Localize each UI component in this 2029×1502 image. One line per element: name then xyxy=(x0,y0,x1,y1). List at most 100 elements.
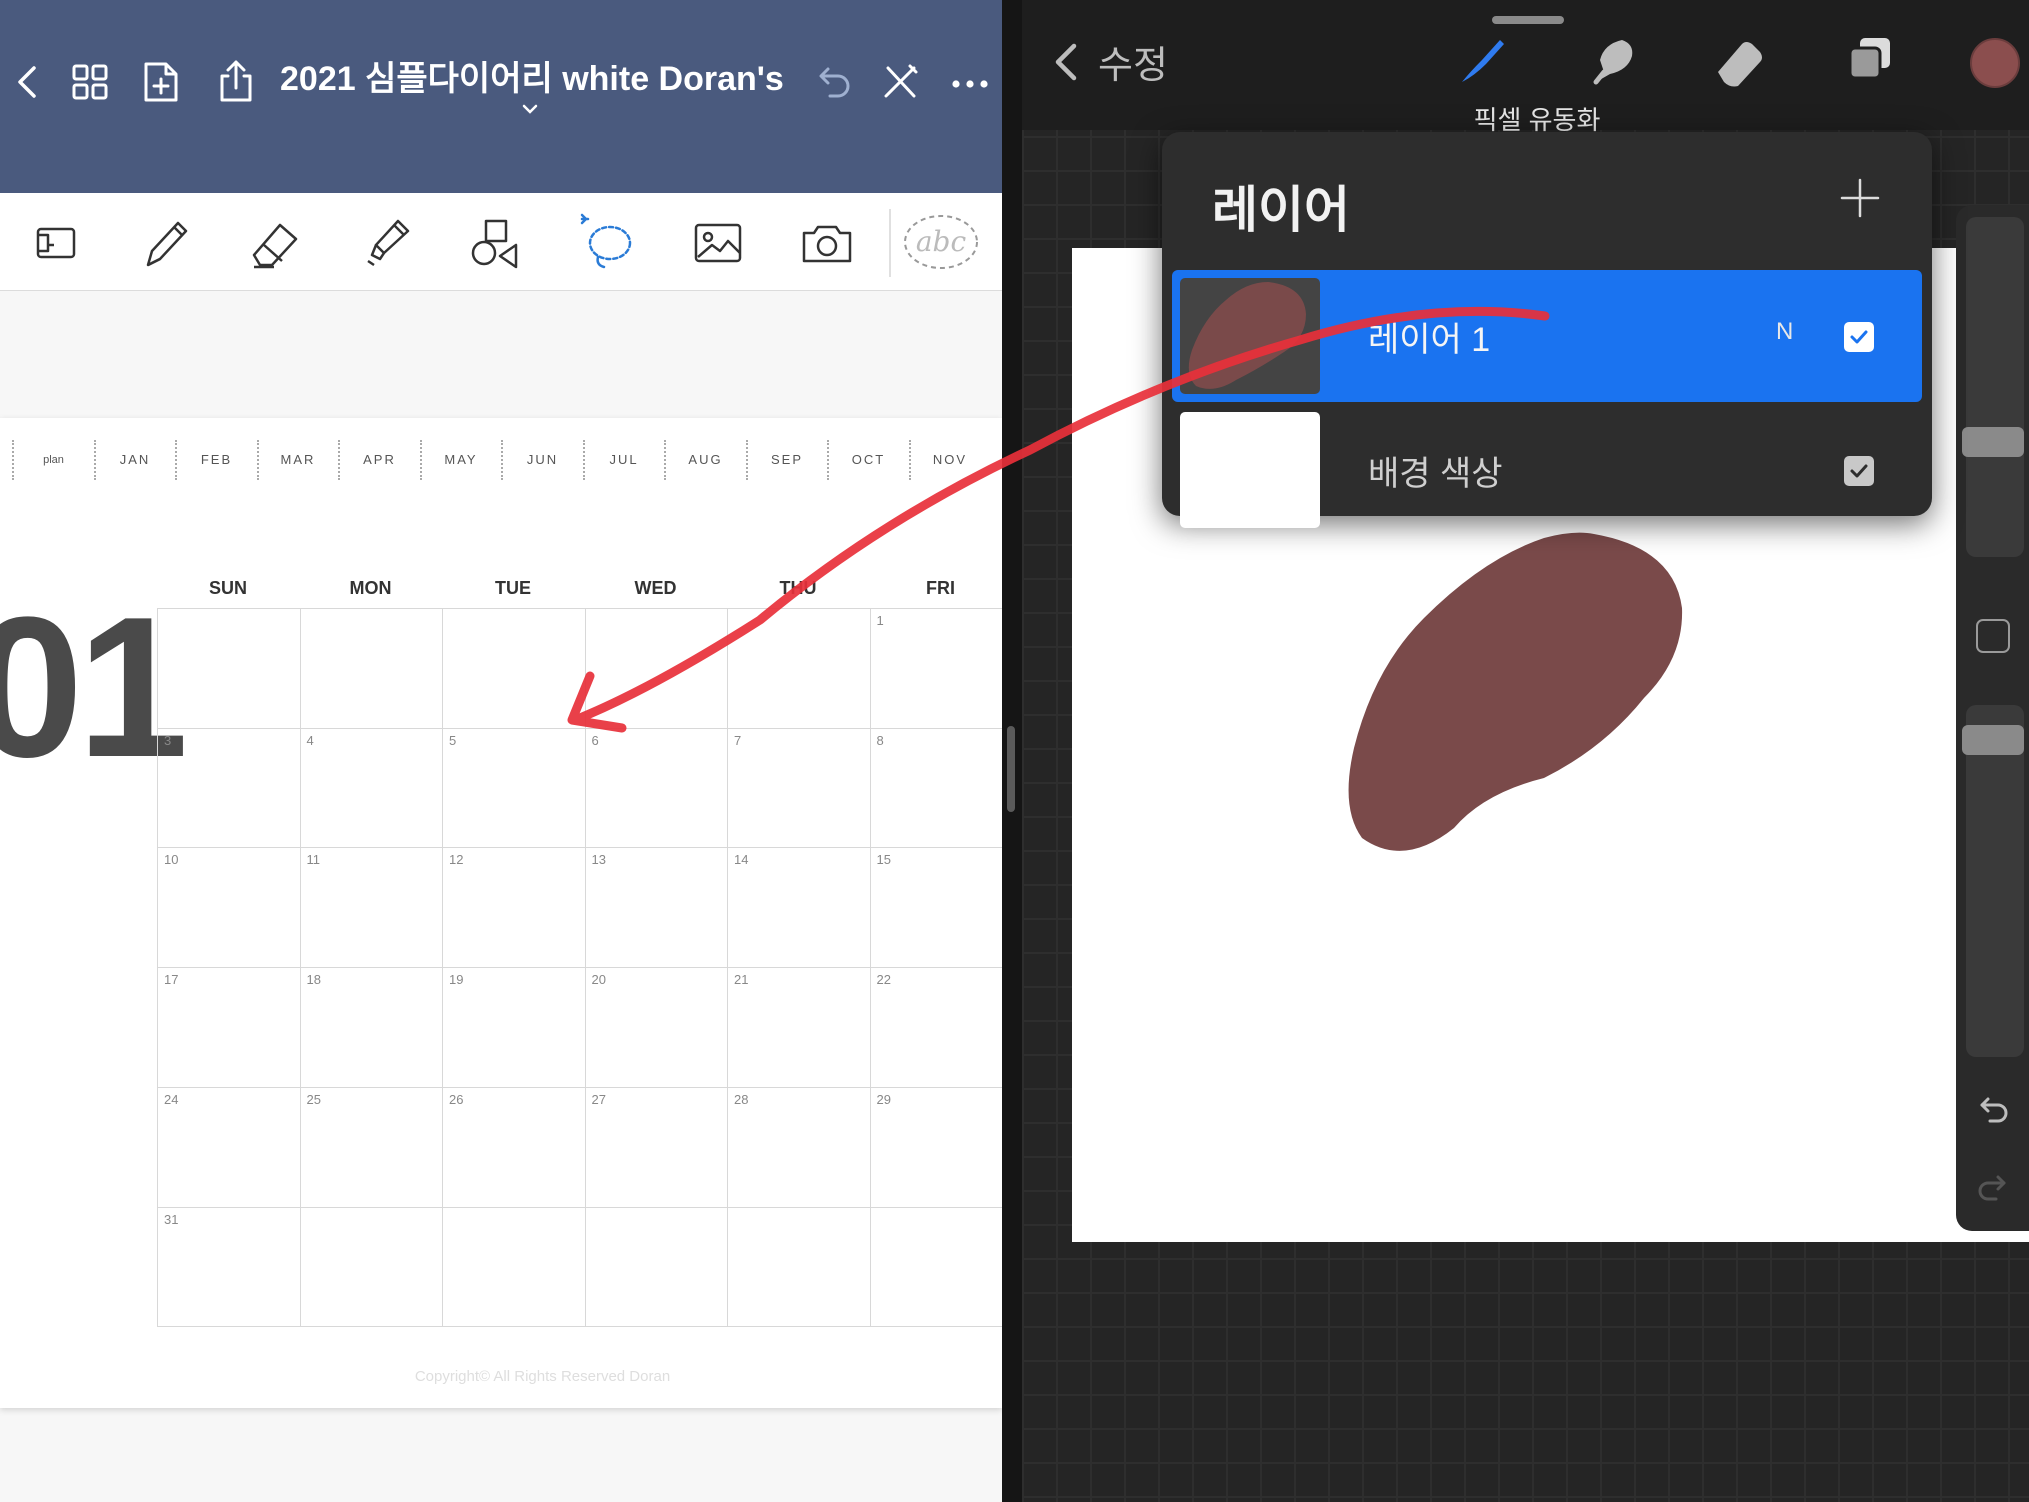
add-page-icon[interactable] xyxy=(132,54,188,110)
grab-handle[interactable] xyxy=(1492,16,1564,24)
calendar-cell[interactable]: 18 xyxy=(299,967,443,1088)
undo-icon[interactable] xyxy=(804,54,860,110)
month-tab-jan[interactable]: JAN xyxy=(93,440,175,480)
pen-icon[interactable] xyxy=(130,207,200,277)
back-icon[interactable] xyxy=(1046,38,1086,86)
color-swatch[interactable] xyxy=(1970,38,2020,88)
calendar-day-number: 28 xyxy=(734,1091,749,1107)
month-tab-apr[interactable]: APR xyxy=(338,440,419,480)
calendar-cell[interactable]: 31 xyxy=(157,1206,300,1327)
calendar-cell[interactable]: 7 xyxy=(727,727,870,848)
month-tab-may[interactable]: MAY xyxy=(419,440,501,480)
blend-mode-button[interactable]: N xyxy=(1776,318,1793,346)
image-icon[interactable] xyxy=(682,207,752,277)
month-tab-mar[interactable]: MAR xyxy=(256,440,338,480)
calendar-cell[interactable]: 5 xyxy=(442,727,585,848)
edit-button[interactable]: 수정 xyxy=(1098,34,1168,89)
undo-icon[interactable] xyxy=(1974,1093,2012,1125)
drawing-toolbar: abc xyxy=(0,193,1002,291)
month-tab-aug[interactable]: AUG xyxy=(664,440,745,480)
calendar-cell[interactable]: 11 xyxy=(299,847,443,968)
calendar-cell[interactable]: 12 xyxy=(442,847,585,968)
calendar-cell[interactable]: 17 xyxy=(157,967,300,1088)
calendar-cell[interactable]: 1 xyxy=(869,608,1002,728)
opacity-slider[interactable] xyxy=(1966,705,2024,1057)
eraser-icon[interactable] xyxy=(1710,30,1770,90)
redo-icon[interactable] xyxy=(1974,1171,2012,1203)
reader-icon[interactable] xyxy=(20,207,90,277)
month-tab-oct[interactable]: OCT xyxy=(827,440,908,480)
calendar-cell[interactable]: 15 xyxy=(869,847,1002,968)
calendar-cell[interactable] xyxy=(727,1206,870,1327)
title-chevron-down-icon[interactable] xyxy=(518,100,542,120)
calendar-cell[interactable] xyxy=(727,608,870,728)
smudge-icon[interactable] xyxy=(1582,30,1642,90)
calendar-cell[interactable]: 13 xyxy=(584,847,728,968)
calendar-cell[interactable]: 29 xyxy=(869,1086,1002,1207)
layers-panel-title: 레이어 xyxy=(1212,182,1350,238)
calendar-day-number: 14 xyxy=(734,852,749,868)
add-layer-icon[interactable] xyxy=(1838,176,1882,220)
calendar-cell[interactable] xyxy=(157,608,300,728)
eraser-icon[interactable] xyxy=(240,207,310,277)
brush-size-slider[interactable] xyxy=(1966,217,2024,557)
lasso-icon[interactable] xyxy=(572,207,642,277)
calendar-cell[interactable]: 26 xyxy=(442,1086,585,1207)
calendar-cell[interactable]: 20 xyxy=(584,967,728,1088)
calendar-cell[interactable]: 21 xyxy=(727,967,870,1088)
calendar-cell[interactable]: 8 xyxy=(869,727,1002,848)
modify-button[interactable] xyxy=(1976,619,2010,653)
more-icon[interactable] xyxy=(942,54,998,110)
calendar-cell[interactable] xyxy=(442,608,585,728)
calendar-day-number: 20 xyxy=(591,972,606,988)
opacity-knob[interactable] xyxy=(1962,725,2024,755)
calendar-day-number: 31 xyxy=(164,1211,179,1227)
layer-visibility-checkbox[interactable] xyxy=(1844,456,1874,486)
calendar-cell[interactable]: 28 xyxy=(727,1086,870,1207)
share-icon[interactable] xyxy=(208,54,264,110)
highlighter-icon[interactable] xyxy=(350,207,420,277)
text-abc-icon[interactable]: abc xyxy=(903,207,979,277)
calendar-cell[interactable]: 3 xyxy=(157,727,300,848)
calendar-cell[interactable]: 24 xyxy=(157,1086,300,1207)
calendar-cell[interactable] xyxy=(299,608,443,728)
calendar-cell[interactable] xyxy=(442,1206,585,1327)
month-tab-sep[interactable]: SEP xyxy=(745,440,827,480)
calendar-day-number: 27 xyxy=(591,1091,606,1107)
calendar-cell[interactable] xyxy=(869,1206,1002,1327)
calendar-cell[interactable]: 19 xyxy=(442,967,585,1088)
layer-row-layer-1[interactable]: 레이어 1 N xyxy=(1172,270,1922,402)
calendar-cell[interactable]: 6 xyxy=(584,727,728,848)
planner-page[interactable]: plan JAN FEB MAR APR MAY JUN JUL AUG SEP OCT NOV 01… xyxy=(0,418,1002,1408)
back-icon[interactable] xyxy=(0,54,56,110)
brush-size-knob[interactable] xyxy=(1962,427,2024,457)
month-tab-plan[interactable]: plan xyxy=(12,440,93,480)
calendar-cell[interactable]: 22 xyxy=(869,967,1002,1088)
layers-icon[interactable] xyxy=(1840,30,1900,90)
month-tab-jul[interactable]: JUL xyxy=(582,440,664,480)
calendar-cell[interactable]: 4 xyxy=(299,727,443,848)
calendar-cell[interactable] xyxy=(299,1206,443,1327)
month-tab-jun[interactable]: JUN xyxy=(501,440,582,480)
calendar-cell[interactable]: 10 xyxy=(157,847,300,968)
month-tab-nov[interactable]: NOV xyxy=(908,440,990,480)
layer-visibility-checkbox[interactable] xyxy=(1844,322,1874,352)
calendar-day-number: 26 xyxy=(449,1091,464,1107)
calendar-day-number: 7 xyxy=(734,732,742,748)
calendar-day-number: 29 xyxy=(876,1091,891,1107)
calendar-cell[interactable]: 27 xyxy=(584,1086,728,1207)
document-title[interactable]: 2021 심플다이어리 white Doran's xyxy=(280,54,784,104)
layer-row-background-color[interactable]: 배경 색상 xyxy=(1172,404,1922,536)
calendar-cell[interactable]: 14 xyxy=(727,847,870,968)
shapes-icon[interactable] xyxy=(460,207,530,277)
close-pen-icon[interactable] xyxy=(872,54,928,110)
calendar-cell[interactable]: 25 xyxy=(299,1086,443,1207)
calendar-cell[interactable] xyxy=(584,1206,728,1327)
brush-icon[interactable] xyxy=(1452,30,1512,90)
month-tab-feb[interactable]: FEB xyxy=(175,440,256,480)
grid-icon[interactable] xyxy=(62,54,118,110)
calendar-day-number: 24 xyxy=(164,1091,179,1107)
split-view-handle[interactable] xyxy=(1007,726,1015,812)
camera-icon[interactable] xyxy=(792,207,862,277)
calendar-cell[interactable] xyxy=(584,608,728,728)
